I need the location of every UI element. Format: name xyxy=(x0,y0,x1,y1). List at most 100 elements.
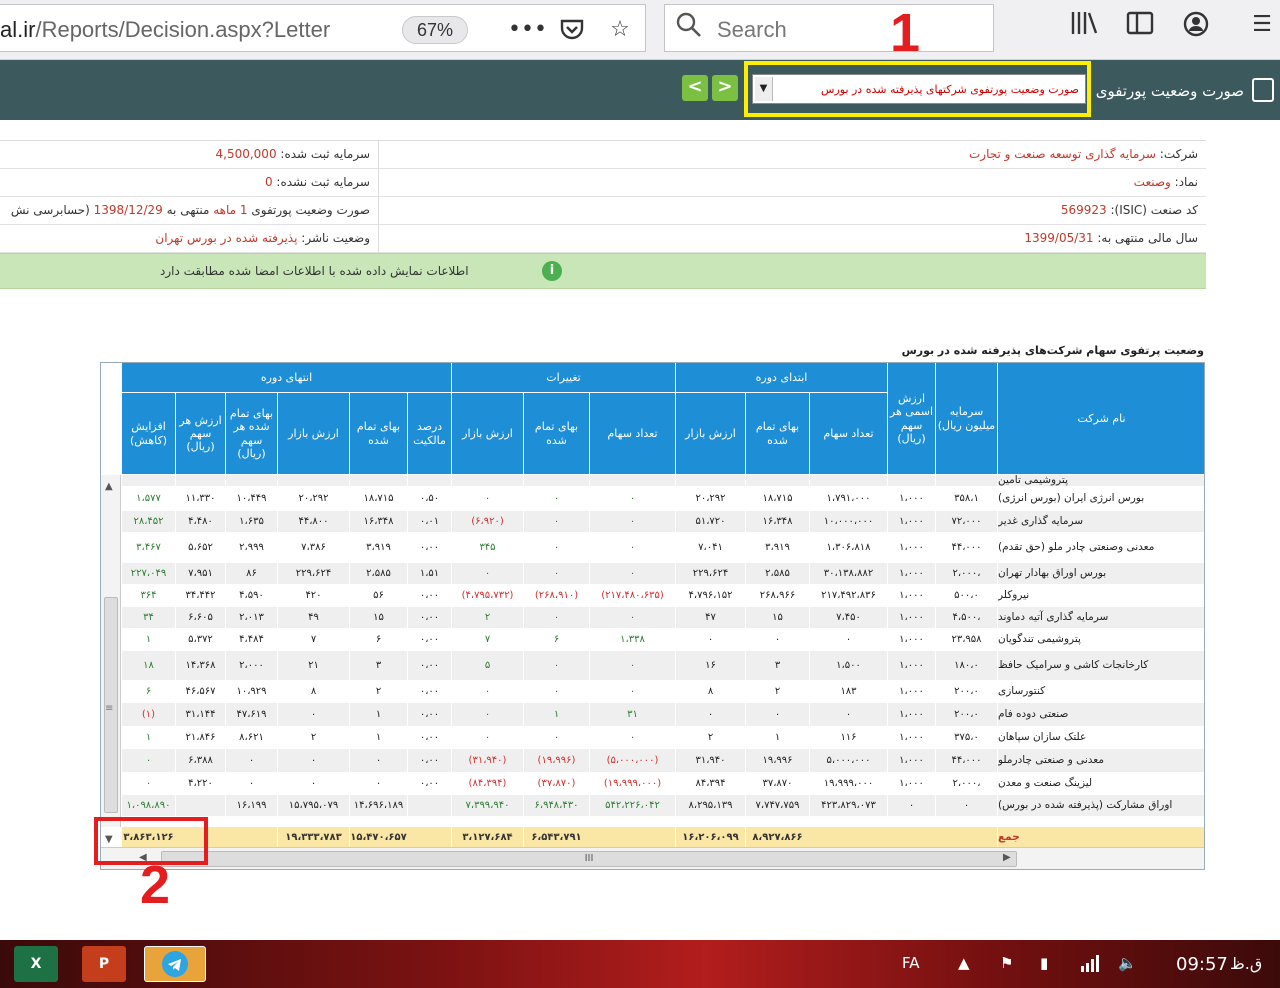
group-header-end[interactable]: انتهای دوره xyxy=(121,363,451,393)
more-actions-icon[interactable]: ••• xyxy=(508,15,547,47)
column-header-nominal[interactable]: ارزش اسمی هر سهم (ریال) xyxy=(887,363,935,475)
tray-expand-icon[interactable]: ▲ xyxy=(958,954,970,972)
group-header-changes[interactable]: تغییرات xyxy=(451,363,675,393)
info-divider xyxy=(378,140,379,252)
table-row[interactable]: ۶ ۴۶،۵۶۷ ۱۰،۹۲۹ ۸ ۲ ۰،۰۰ ۰ ۰ ۰ ۸ ۲ ۱۸۳ ۱،۰۰۰ ۲۰۰،۰ کنت… xyxy=(121,681,1204,703)
company-name-cell: کارخانجات کاشی و سرامیک حافظ xyxy=(997,651,1204,680)
account-icon[interactable] xyxy=(1180,10,1212,42)
table-row[interactable]: ۰ ۶،۳۸۸ ۰ ۰ ۰ ۰،۰۰ (۳۱،۹۴۰) (۱۹،۹۹۶) (۵،۰۰۰،۰۰۰)… xyxy=(121,749,1204,773)
cell-e-market: ۴۲۰ xyxy=(277,585,349,606)
cell-nominal: ۱،۰۰۰ xyxy=(887,651,935,680)
cell-e-unit_cost: ۸۶ xyxy=(225,563,277,584)
column-header-e-pct[interactable]: درصد مالکیت xyxy=(407,393,451,475)
cell-e-unit_value: ۵،۳۷۲ xyxy=(175,629,225,650)
company-name-cell: سرمایه گذاری آتیه دماوند xyxy=(997,607,1204,628)
cell-s-cost: ۲،۵۸۵ xyxy=(745,563,809,584)
column-header-capital[interactable]: سرمایه میلیون ریال) xyxy=(935,363,997,475)
table-row[interactable]: ۱،۰۹۸،۸۹۰ ۱۶،۱۹۹ ۱۵،۷۹۵،۰۷۹ ۱۴،۶۹۶،۱۸۹ ۷،۳۹۹… xyxy=(121,795,1204,817)
cell-s-cost: ۰ xyxy=(745,703,809,726)
cell-e-market: ۰ xyxy=(277,773,349,794)
cell-s-market: ۷،۰۴۱ xyxy=(675,533,745,562)
column-header-s-cost[interactable]: بهای تمام شده xyxy=(745,393,809,475)
scroll-right-icon[interactable]: ▶ xyxy=(1003,852,1011,863)
cell-s-market: ۰ xyxy=(675,703,745,726)
table-row[interactable]: پتروشیمی تامین xyxy=(121,475,1204,487)
bookmark-star-icon[interactable]: ☆ xyxy=(604,15,636,47)
cell-c-count: ۰ xyxy=(589,651,675,680)
table-row[interactable]: ۳۶۴ ۳۴،۴۴۲ ۴،۵۹۰ ۴۲۰ ۵۶ ۰،۰۰ (۴،۷۹۵،۷۳۲) (۲۶۸،۹… xyxy=(121,585,1204,607)
table-row[interactable]: ۱،۵۷۷ ۱۱،۳۳۰ ۱۰،۴۴۹ ۲۰،۲۹۲ ۱۸،۷۱۵ ۰،۵۰ ۰ ۰ ۰ ۲۰،۲… xyxy=(121,487,1204,511)
table-row[interactable]: ۰ ۴،۲۲۰ ۰ ۰ ۰ ۰،۰۰ (۸۴،۳۹۴) (۳۷،۸۷۰) (۱۹،۹۹۹،۰۰۰… xyxy=(121,773,1204,795)
scroll-up-icon[interactable]: ▲ xyxy=(105,481,113,492)
table-row[interactable]: ۱ ۵،۳۷۲ ۴،۴۸۴ ۷ ۶ ۰،۰۰ ۷ ۶ ۱،۳۳۸ ۰ ۰ ۰ ۱،۰۰۰ ۲۳،۹۵۸ پت… xyxy=(121,629,1204,651)
column-header-s-count[interactable]: تعداد سهام xyxy=(809,393,887,475)
powerpoint-icon[interactable]: P xyxy=(82,946,126,982)
table-row[interactable]: ۱ ۲۱،۸۴۶ ۸،۶۲۱ ۲ ۱ ۰،۰۰ ۰ ۰ ۰ ۲ ۱ ۱۱۶ ۱،۰۰۰ ۳۷۵،۰ علتک… xyxy=(121,727,1204,749)
cell-s-cost xyxy=(745,475,809,486)
cell-e-cost: ۲ xyxy=(349,681,407,702)
cell-c-count: ۰ xyxy=(589,607,675,628)
column-header-s-market[interactable]: ارزش بازار xyxy=(675,393,745,475)
horizontal-scrollbar[interactable]: ▼ ◀ III ▶ xyxy=(101,834,1204,869)
cell-e-change xyxy=(121,475,175,486)
column-header-c-cost[interactable]: بهای تمام شده xyxy=(523,393,589,475)
cell-capital: ۲۰۰،۰ xyxy=(935,703,997,726)
table-row[interactable]: ۳،۴۶۷ ۵،۶۵۲ ۲،۹۹۹ ۷،۳۸۶ ۳،۹۱۹ ۰،۰۰ ۳۴۵ ۰ ۰ ۷،۰۴۱ ۳… xyxy=(121,533,1204,563)
column-header-e-cost[interactable]: بهای تمام شده xyxy=(349,393,407,475)
cell-nominal: ۱،۰۰۰ xyxy=(887,773,935,794)
cell-e-cost: ۱۶،۳۴۸ xyxy=(349,511,407,532)
column-header-e-market[interactable]: ارزش بازار xyxy=(277,393,349,475)
pocket-icon[interactable] xyxy=(556,15,588,47)
cell-s-count: ۱۰،۰۰۰،۰۰۰ xyxy=(809,511,887,532)
table-row[interactable]: ۳۴ ۶،۶۰۵ ۲،۰۱۳ ۴۹ ۱۵ ۰،۰۰ ۲ ۰ ۰ ۴۷ ۱۵ ۷،۴۵۰ ۱،۰۰۰ ۴،۵… xyxy=(121,607,1204,629)
company-name-cell: سرمایه گذاری غدیر xyxy=(997,511,1204,532)
horizontal-scroll-thumb[interactable]: III xyxy=(161,851,1017,867)
company-name-cell: پتروشیمی تامین xyxy=(997,475,1204,486)
vertical-scrollbar[interactable]: ▲ ≡ xyxy=(101,475,121,827)
page-title: صورت وضعیت پورتفوی xyxy=(1095,82,1244,100)
column-header-e-unit_value[interactable]: ارزش هر سهم (ریال) xyxy=(175,393,225,475)
cell-e-unit_cost: ۱۰،۴۴۹ xyxy=(225,487,277,510)
column-header-name[interactable]: نام شرکت xyxy=(997,363,1204,475)
group-header-start[interactable]: ابتدای دوره xyxy=(675,363,887,393)
action-center-flag-icon[interactable]: ⚑ xyxy=(1000,954,1013,972)
library-icon[interactable] xyxy=(1068,10,1100,42)
cell-e-change: ۶ xyxy=(121,681,175,702)
column-header-c-market[interactable]: ارزش بازار xyxy=(451,393,523,475)
table-row[interactable]: (۱) ۳۱،۱۴۴ ۴۷،۶۱۹ ۰ ۱ ۰،۰۰ ۰ ۱ ۳۱ ۰ ۰ ۰ ۱،۰۰۰ ۲۰۰،۰ صن… xyxy=(121,703,1204,727)
total-e-cost: ۱۵،۴۷۰،۶۵۷ xyxy=(349,827,407,847)
volume-icon[interactable]: 🔈 xyxy=(1118,954,1137,972)
menu-icon[interactable]: ☰ xyxy=(1246,10,1278,42)
table-row[interactable]: ۲۲۷،۰۴۹ ۷،۹۵۱ ۸۶ ۲۲۹،۶۲۴ ۲،۵۸۵ ۱،۵۱ ۰ ۰ ۰ ۲۲۹،۶۲۴… xyxy=(121,563,1204,585)
cell-capital: ۱۸۰،۰ xyxy=(935,651,997,680)
keyboard-language[interactable]: FA xyxy=(902,954,920,972)
clock-time[interactable]: 09:57 xyxy=(1176,954,1228,975)
sidebar-icon[interactable] xyxy=(1124,10,1156,42)
cell-s-cost: ۱۹،۹۹۶ xyxy=(745,749,809,772)
zoom-indicator[interactable]: 67% xyxy=(402,16,468,44)
column-header-e-unit_cost[interactable]: بهای تمام شده هر سهم (ریال) xyxy=(225,393,277,475)
cell-c-market: ۷ xyxy=(451,629,523,650)
column-header-c-count[interactable]: تعداد سهام xyxy=(589,393,675,475)
excel-icon[interactable]: X xyxy=(14,946,58,982)
address-bar[interactable]: al.ir/Reports/Decision.aspx?Letter 67% •… xyxy=(0,4,646,52)
url-text[interactable]: al.ir/Reports/Decision.aspx?Letter xyxy=(0,17,330,43)
network-signal-icon[interactable] xyxy=(1080,954,1102,976)
previous-report-button[interactable]: < xyxy=(682,75,708,101)
telegram-icon[interactable] xyxy=(144,946,206,982)
cell-e-pct: ۰،۰۰ xyxy=(407,773,451,794)
cell-s-cost: ۱۵ xyxy=(745,607,809,628)
cell-e-unit_value: ۷،۹۵۱ xyxy=(175,563,225,584)
search-box[interactable]: Search xyxy=(664,4,994,52)
battery-icon[interactable]: ▮ xyxy=(1040,954,1048,972)
cell-capital: ۵۰۰،۰ xyxy=(935,585,997,606)
cell-s-market: ۵۱،۷۲۰ xyxy=(675,511,745,532)
next-report-button[interactable]: > xyxy=(712,75,738,101)
cell-s-cost: ۳۷،۸۷۰ xyxy=(745,773,809,794)
cell-c-market: ۵ xyxy=(451,651,523,680)
cell-e-market: ۲۱ xyxy=(277,651,349,680)
table-row[interactable]: ۱۸ ۱۴،۳۶۸ ۲،۰۰۰ ۲۱ ۳ ۰،۰۰ ۵ ۰ ۰ ۱۶ ۳ ۱،۵۰۰ ۱،۰۰۰ ۱۸۰،… xyxy=(121,651,1204,681)
cell-s-cost: ۲ xyxy=(745,681,809,702)
column-header-e-change[interactable]: افزایش (کاهش) xyxy=(121,393,175,475)
table-row[interactable]: ۲۸،۴۵۲ ۴،۴۸۰ ۱،۶۳۵ ۴۴،۸۰۰ ۱۶،۳۴۸ ۰،۰۱ (۶،۹۲۰) ۰… xyxy=(121,511,1204,533)
